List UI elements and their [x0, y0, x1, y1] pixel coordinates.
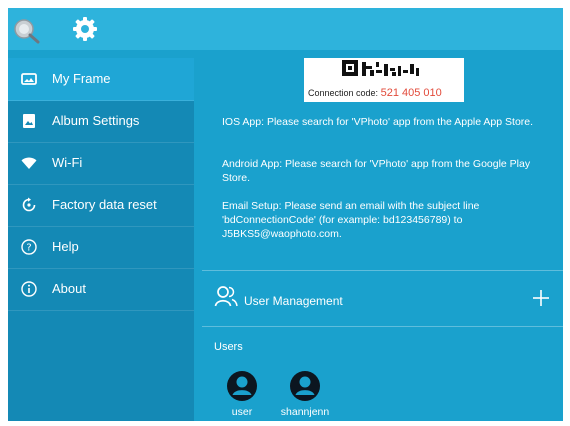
avatar-icon — [290, 371, 320, 401]
sidebar-item-album-settings[interactable]: Album Settings — [8, 100, 194, 143]
sidebar-item-label: Wi-Fi — [52, 155, 83, 170]
top-bar — [8, 8, 563, 50]
sidebar-item-wifi[interactable]: Wi-Fi — [8, 142, 194, 185]
sidebar-item-label: Factory data reset — [52, 197, 157, 212]
ios-instructions: IOS App: Please search for 'VPhoto' app … — [222, 116, 534, 128]
user-name: user — [231, 406, 253, 418]
frame-icon — [20, 70, 38, 88]
sidebar-item-label: About — [52, 281, 86, 296]
search-icon[interactable] — [12, 14, 42, 44]
connection-code-value: 521 405 010 — [380, 87, 442, 99]
app-window: My Frame Album Settings Wi-Fi Factory da… — [8, 8, 563, 421]
divider — [202, 270, 563, 271]
user-name: shannjenn — [280, 406, 330, 418]
avatar-icon — [227, 371, 257, 401]
user-management-label: User Management — [244, 294, 343, 308]
qr-code-image — [342, 60, 419, 76]
divider — [202, 326, 563, 327]
sidebar-item-help[interactable]: ? Help — [8, 226, 194, 269]
users-section-label: Users — [214, 341, 243, 353]
android-instructions: Android App: Please search for 'VPhoto' … — [222, 158, 531, 184]
sidebar-item-factory-reset[interactable]: Factory data reset — [8, 184, 194, 227]
sidebar-item-label: Album Settings — [52, 113, 140, 128]
help-icon: ? — [20, 238, 38, 256]
reset-icon — [20, 196, 38, 214]
main-panel: Connection code: 521 405 010 IOS App: Pl… — [202, 58, 563, 421]
qr-code-card: Connection code: 521 405 010 — [304, 58, 464, 102]
sidebar-item-about[interactable]: About — [8, 268, 194, 311]
user-item[interactable]: user — [207, 370, 277, 418]
wifi-icon — [20, 154, 38, 172]
user-management-icon — [214, 284, 238, 308]
user-item[interactable]: shannjenn — [270, 370, 340, 418]
gear-icon[interactable] — [70, 14, 100, 44]
sidebar-item-my-frame[interactable]: My Frame — [8, 58, 194, 101]
connection-code-line: Connection code: 521 405 010 — [308, 87, 442, 99]
sidebar-item-label: Help — [52, 239, 79, 254]
add-user-button[interactable] — [529, 286, 553, 310]
sidebar: My Frame Album Settings Wi-Fi Factory da… — [8, 58, 194, 421]
plus-icon — [533, 290, 549, 306]
info-icon — [20, 280, 38, 298]
sidebar-item-label: My Frame — [52, 71, 111, 86]
album-icon — [20, 112, 38, 130]
svg-text:?: ? — [26, 243, 31, 254]
connection-code-label: Connection code: — [308, 88, 379, 98]
email-instructions: Email Setup: Please send an email with t… — [222, 200, 480, 240]
